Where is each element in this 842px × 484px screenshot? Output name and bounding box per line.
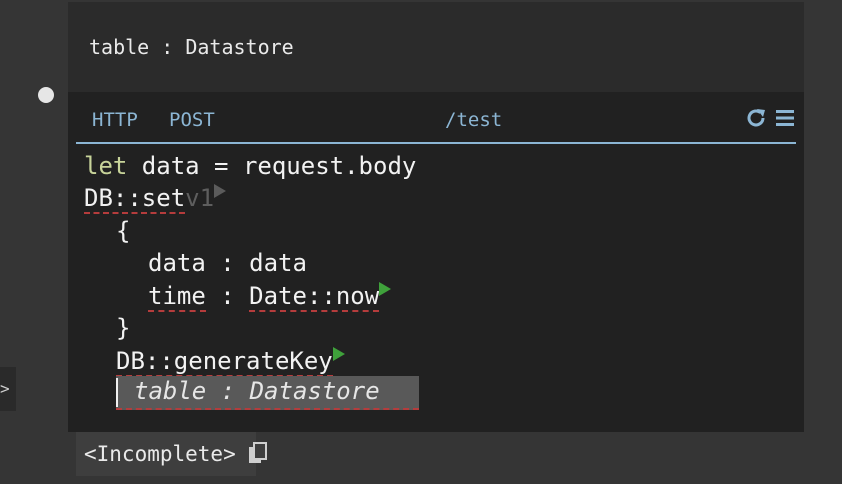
copy-icon[interactable] [248, 442, 268, 466]
let-keyword: let [84, 152, 128, 180]
record-separator: : [205, 282, 250, 310]
function-version: v1 [185, 184, 215, 212]
open-brace: { [116, 217, 131, 245]
let-binding-text: data = request.body [127, 152, 417, 180]
code-line-5[interactable]: time : Date::now [148, 280, 392, 313]
handler-type-label[interactable]: HTTP [92, 109, 138, 131]
code-line-3: { [116, 215, 130, 248]
result-text: <Incomplete> [84, 442, 236, 466]
text-cursor [116, 378, 118, 407]
play-icon[interactable] [214, 184, 227, 198]
live-value-result: <Incomplete> [76, 432, 267, 476]
code-line-2[interactable]: DB::setv1 [84, 182, 227, 215]
code-line-7[interactable]: DB::generateKey [116, 345, 345, 378]
datastore-title: table : Datastore [89, 35, 294, 59]
record-value-data[interactable]: data [249, 249, 307, 277]
handler-bar: HTTP POST /test [76, 92, 796, 144]
code-line-1[interactable]: let data = request.body [84, 150, 416, 183]
sidebar-expand-toggle[interactable]: > [0, 367, 16, 411]
datastore-header[interactable]: table : Datastore [68, 2, 804, 92]
close-brace: } [116, 314, 131, 342]
code-line-6: } [116, 312, 130, 345]
canvas-handle-dot[interactable] [38, 87, 54, 103]
record-key-data[interactable]: data [148, 249, 206, 277]
blank-argument-placeholder[interactable]: table : Datastore [116, 376, 419, 410]
record-key-time[interactable]: time [148, 282, 206, 312]
hamburger-menu-icon[interactable] [774, 107, 796, 129]
placeholder-text: table : Datastore [134, 377, 380, 405]
http-method-label[interactable]: POST [169, 109, 215, 131]
code-line-4[interactable]: data : data [148, 247, 307, 280]
play-icon[interactable] [332, 347, 345, 361]
play-icon[interactable] [379, 282, 392, 296]
date-now-function[interactable]: Date::now [249, 282, 380, 312]
http-handler-card[interactable]: HTTP POST /test let data = request.body … [68, 92, 804, 432]
refresh-icon[interactable] [745, 107, 767, 129]
expand-label: > [0, 379, 10, 398]
route-label[interactable]: /test [445, 109, 502, 131]
db-generatekey-function[interactable]: DB::generateKey [116, 347, 333, 377]
record-separator: : [205, 249, 250, 277]
db-set-function[interactable]: DB::set [84, 184, 186, 214]
